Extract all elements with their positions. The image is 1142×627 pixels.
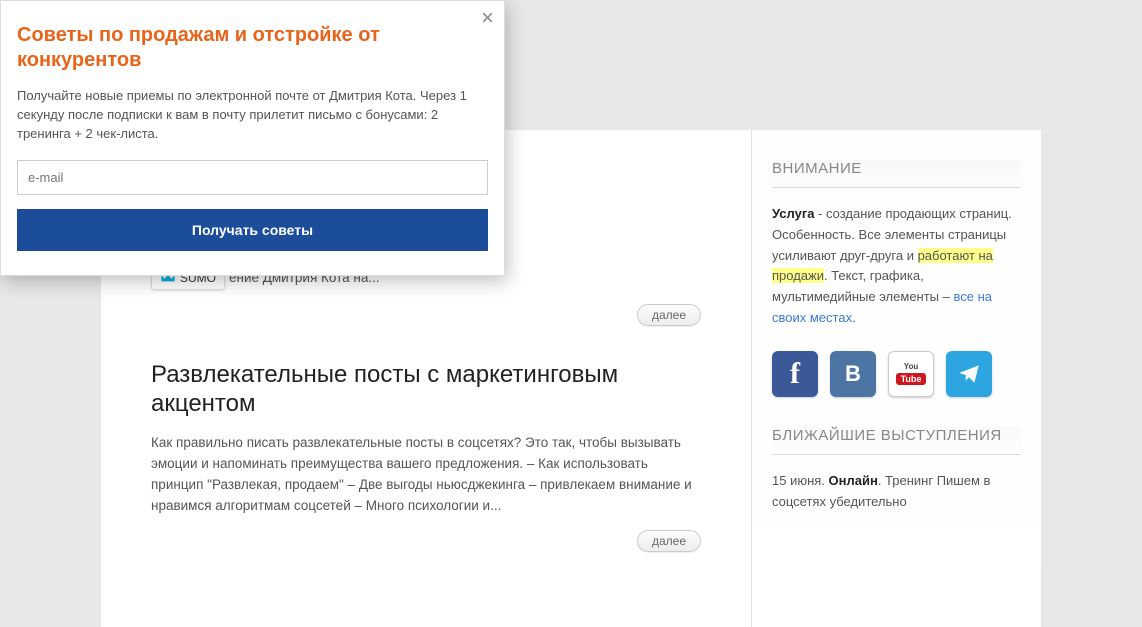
sidebar-heading-events: БЛИЖАЙШИЕ ВЫСТУПЛЕНИЯ [772,427,1021,455]
close-icon[interactable]: × [481,7,494,29]
read-more-button[interactable]: далее [637,304,701,326]
youtube-text-pill: Tube [896,373,927,385]
event-date-text: 15 июня. [772,473,829,488]
facebook-icon[interactable]: f [772,351,818,397]
telegram-icon[interactable] [946,351,992,397]
vk-icon[interactable]: B [830,351,876,397]
event-mode: Онлайн [829,473,878,488]
text-frag: . [852,310,856,325]
popup-description: Получайте новые приемы по электронной по… [17,87,488,144]
article-body: Как правильно писать развлекательные пос… [151,433,701,517]
sidebar-attention-text: Услуга - создание продающих страниц. Осо… [772,204,1021,329]
social-row: f B You Tube [772,351,1021,397]
email-field[interactable] [17,160,488,195]
text-frag: . Тренинг [878,473,937,488]
text-frag: - создание продающих страниц. [814,206,1011,221]
text-bold: Услуга [772,206,814,221]
subscribe-button[interactable]: Получать советы [17,209,488,251]
youtube-text-top: You [904,363,919,371]
read-more-button[interactable]: далее [637,530,701,552]
article-2: Развлекательные посты с маркетинговым ак… [151,361,701,552]
sidebar: ВНИМАНИЕ Услуга - создание продающих стр… [751,130,1041,627]
sidebar-heading-attention: ВНИМАНИЕ [772,160,1021,188]
article-title[interactable]: Развлекательные посты с маркетинговым ак… [151,361,701,419]
event-item: 15 июня. Онлайн. Тренинг Пишем в соцсетя… [772,471,1021,513]
popup-title: Советы по продажам и отстройке от конкур… [17,23,488,73]
paper-plane-icon [956,361,982,387]
subscribe-popup: × Советы по продажам и отстройке от конк… [0,0,505,276]
youtube-icon[interactable]: You Tube [888,351,934,397]
